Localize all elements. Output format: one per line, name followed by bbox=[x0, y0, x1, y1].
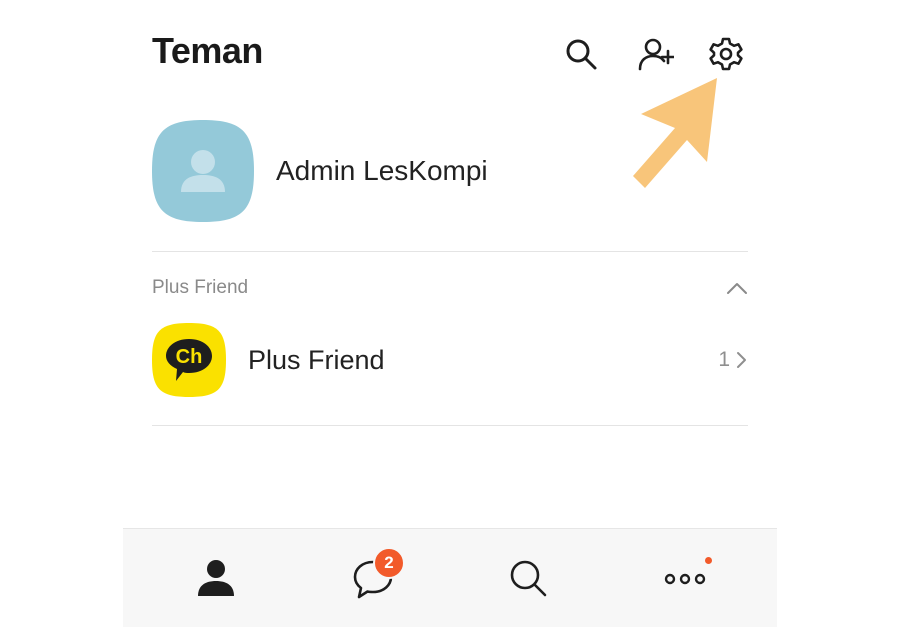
plus-friend-logo-icon: Ch bbox=[152, 323, 226, 397]
divider bbox=[152, 425, 748, 426]
chats-unread-badge: 2 bbox=[373, 547, 405, 579]
my-profile-row[interactable]: Admin LesKompi bbox=[152, 120, 748, 222]
page-title: Teman bbox=[152, 30, 263, 71]
more-tab-icon bbox=[664, 573, 706, 585]
add-friend-button[interactable] bbox=[636, 34, 676, 74]
bottom-tab-bar bbox=[123, 528, 777, 627]
profile-name: Admin LesKompi bbox=[276, 155, 488, 186]
chevron-right-icon bbox=[737, 352, 746, 368]
friends-screen: Teman Admin LesKompi Plus Friend Ch Plus… bbox=[0, 0, 900, 627]
search-icon bbox=[566, 39, 597, 70]
add-friend-icon bbox=[638, 38, 674, 71]
plus-friend-row[interactable]: Ch Plus Friend 1 bbox=[152, 322, 748, 398]
tab-chats[interactable] bbox=[308, 529, 438, 627]
profile-avatar bbox=[152, 120, 254, 222]
settings-icon bbox=[709, 37, 743, 71]
tab-search[interactable] bbox=[463, 529, 593, 627]
chevron-up-icon[interactable] bbox=[724, 278, 750, 298]
plus-friend-name: Plus Friend bbox=[248, 344, 385, 375]
plus-friend-count: 1 bbox=[718, 348, 730, 371]
tab-more[interactable] bbox=[620, 529, 750, 627]
settings-button[interactable] bbox=[706, 34, 746, 74]
plus-friend-logo-text: Ch bbox=[176, 346, 203, 368]
friends-tab-icon bbox=[198, 560, 234, 596]
search-button[interactable] bbox=[561, 34, 601, 74]
more-notification-dot bbox=[705, 557, 712, 564]
divider bbox=[152, 251, 748, 252]
section-header-plus-friend: Plus Friend bbox=[152, 277, 249, 298]
tab-friends[interactable] bbox=[151, 529, 281, 627]
search-tab-icon bbox=[510, 560, 547, 597]
